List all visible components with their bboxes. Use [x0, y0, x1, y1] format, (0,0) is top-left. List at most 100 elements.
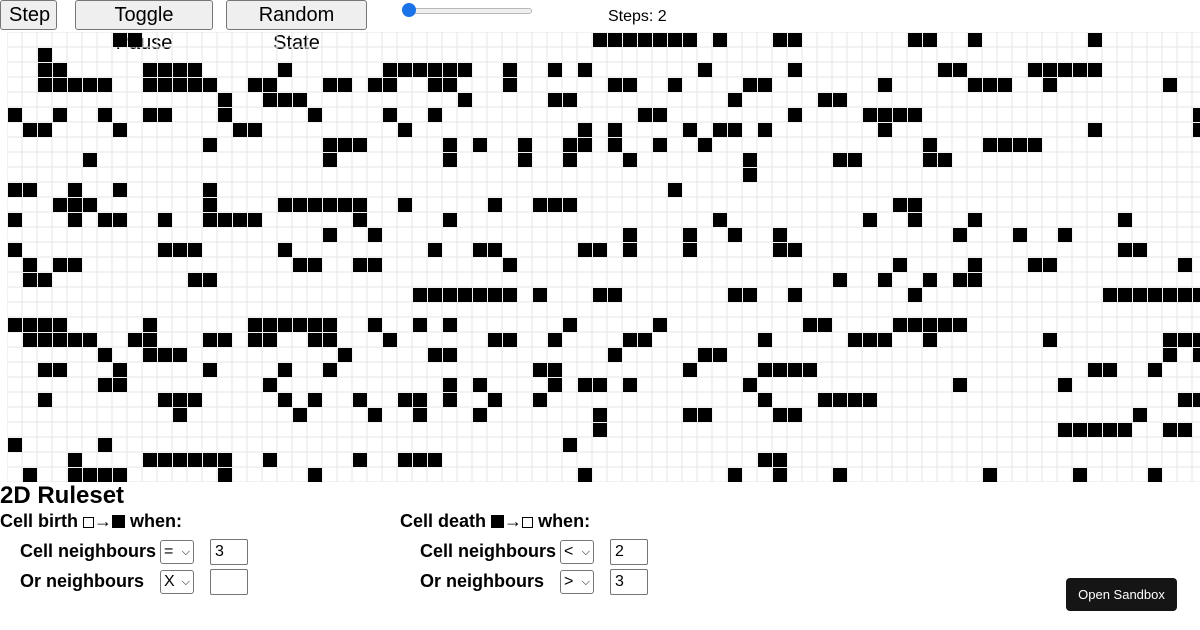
alive-cell[interactable] — [68, 453, 82, 467]
alive-cell[interactable] — [248, 213, 262, 227]
alive-cell[interactable] — [488, 243, 502, 257]
alive-cell[interactable] — [1163, 423, 1177, 437]
alive-cell[interactable] — [158, 108, 172, 122]
alive-cell[interactable] — [308, 393, 322, 407]
alive-cell[interactable] — [353, 138, 367, 152]
alive-cell[interactable] — [833, 153, 847, 167]
alive-cell[interactable] — [218, 468, 232, 482]
alive-cell[interactable] — [1043, 333, 1057, 347]
alive-cell[interactable] — [488, 288, 502, 302]
alive-cell[interactable] — [158, 393, 172, 407]
alive-cell[interactable] — [473, 288, 487, 302]
alive-cell[interactable] — [353, 393, 367, 407]
alive-cell[interactable] — [608, 288, 622, 302]
alive-cell[interactable] — [53, 78, 67, 92]
step-button[interactable]: Step — [0, 0, 57, 30]
alive-cell[interactable] — [923, 273, 937, 287]
alive-cell[interactable] — [293, 318, 307, 332]
alive-cell[interactable] — [338, 138, 352, 152]
alive-cell[interactable] — [1118, 213, 1132, 227]
alive-cell[interactable] — [323, 198, 337, 212]
alive-cell[interactable] — [83, 153, 97, 167]
open-sandbox-button[interactable]: Open Sandbox — [1066, 578, 1177, 611]
alive-cell[interactable] — [278, 318, 292, 332]
alive-cell[interactable] — [443, 153, 457, 167]
alive-cell[interactable] — [1193, 333, 1200, 347]
alive-cell[interactable] — [1088, 33, 1102, 47]
alive-cell[interactable] — [443, 318, 457, 332]
alive-cell[interactable] — [848, 153, 862, 167]
alive-cell[interactable] — [173, 243, 187, 257]
alive-cell[interactable] — [323, 138, 337, 152]
alive-cell[interactable] — [218, 108, 232, 122]
alive-cell[interactable] — [488, 333, 502, 347]
alive-cell[interactable] — [878, 123, 892, 137]
alive-cell[interactable] — [458, 63, 472, 77]
alive-cell[interactable] — [548, 63, 562, 77]
alive-cell[interactable] — [938, 63, 952, 77]
alive-cell[interactable] — [203, 198, 217, 212]
alive-cell[interactable] — [788, 408, 802, 422]
alive-cell[interactable] — [428, 288, 442, 302]
alive-cell[interactable] — [503, 63, 517, 77]
alive-cell[interactable] — [518, 138, 532, 152]
alive-cell[interactable] — [1088, 363, 1102, 377]
alive-cell[interactable] — [563, 138, 577, 152]
alive-cell[interactable] — [878, 273, 892, 287]
alive-cell[interactable] — [488, 393, 502, 407]
alive-cell[interactable] — [158, 78, 172, 92]
alive-cell[interactable] — [623, 33, 637, 47]
alive-cell[interactable] — [38, 393, 52, 407]
alive-cell[interactable] — [83, 198, 97, 212]
alive-cell[interactable] — [413, 453, 427, 467]
alive-cell[interactable] — [668, 183, 682, 197]
alive-cell[interactable] — [353, 258, 367, 272]
alive-cell[interactable] — [683, 123, 697, 137]
alive-cell[interactable] — [38, 48, 52, 62]
alive-cell[interactable] — [983, 78, 997, 92]
alive-cell[interactable] — [1058, 378, 1072, 392]
alive-cell[interactable] — [608, 138, 622, 152]
alive-cell[interactable] — [23, 183, 37, 197]
alive-cell[interactable] — [758, 78, 772, 92]
alive-cell[interactable] — [233, 213, 247, 227]
alive-cell[interactable] — [203, 138, 217, 152]
alive-cell[interactable] — [488, 198, 502, 212]
alive-cell[interactable] — [98, 468, 112, 482]
death-or-neighbours-input[interactable]: 3 — [610, 569, 648, 595]
alive-cell[interactable] — [863, 108, 877, 122]
alive-cell[interactable] — [203, 333, 217, 347]
alive-cell[interactable] — [443, 138, 457, 152]
alive-cell[interactable] — [428, 63, 442, 77]
alive-cell[interactable] — [398, 198, 412, 212]
alive-cell[interactable] — [923, 153, 937, 167]
alive-cell[interactable] — [773, 228, 787, 242]
alive-cell[interactable] — [173, 78, 187, 92]
alive-cell[interactable] — [383, 333, 397, 347]
alive-cell[interactable] — [1073, 63, 1087, 77]
alive-cell[interactable] — [68, 258, 82, 272]
alive-cell[interactable] — [398, 453, 412, 467]
alive-cell[interactable] — [263, 318, 277, 332]
alive-cell[interactable] — [278, 363, 292, 377]
alive-cell[interactable] — [908, 33, 922, 47]
alive-cell[interactable] — [1178, 393, 1192, 407]
alive-cell[interactable] — [98, 348, 112, 362]
alive-cell[interactable] — [173, 408, 187, 422]
alive-cell[interactable] — [278, 393, 292, 407]
alive-cell[interactable] — [1088, 123, 1102, 137]
alive-cell[interactable] — [53, 318, 67, 332]
alive-cell[interactable] — [878, 333, 892, 347]
alive-cell[interactable] — [443, 78, 457, 92]
alive-cell[interactable] — [68, 78, 82, 92]
alive-cell[interactable] — [1058, 63, 1072, 77]
alive-cell[interactable] — [368, 78, 382, 92]
alive-cell[interactable] — [53, 258, 67, 272]
alive-cell[interactable] — [818, 93, 832, 107]
alive-cell[interactable] — [593, 378, 607, 392]
alive-cell[interactable] — [8, 243, 22, 257]
alive-cell[interactable] — [683, 363, 697, 377]
alive-cell[interactable] — [368, 228, 382, 242]
alive-cell[interactable] — [1103, 423, 1117, 437]
alive-cell[interactable] — [1058, 423, 1072, 437]
